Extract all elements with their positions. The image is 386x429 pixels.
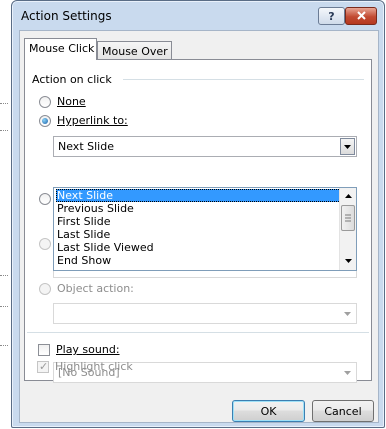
tab-panel: Action on click None Hyperlink to: Next … [24, 59, 372, 383]
background-dotted-guide [0, 306, 8, 307]
chevron-down-icon [344, 259, 352, 263]
close-button[interactable] [345, 7, 377, 25]
hyperlink-combobox-value: Next Slide [58, 140, 114, 153]
list-item[interactable]: First Slide [56, 215, 341, 228]
background-dotted-guide [0, 103, 8, 104]
background-dotted-guide [0, 345, 8, 346]
highlight-click-checkbox[interactable] [37, 360, 49, 373]
hyperlink-dropdown-button[interactable] [340, 138, 355, 155]
scroll-up-arrow[interactable] [343, 191, 353, 201]
radio-none-label[interactable]: None [57, 95, 86, 108]
play-sound-label[interactable]: Play sound: [56, 343, 120, 356]
tab-label: Mouse Click [29, 42, 95, 55]
action-settings-dialog: Action Settings ? Mouse Click Mouse Over… [11, 0, 385, 428]
tab-label: Mouse Over [102, 45, 168, 58]
grip-icon [345, 214, 351, 222]
group-label-action-on-click: Action on click [32, 73, 112, 86]
cancel-button-label: Cancel [324, 404, 362, 418]
group-divider [123, 79, 364, 80]
title-bar[interactable]: Action Settings ? [12, 1, 384, 31]
chevron-down-icon [344, 311, 351, 316]
object-action-combobox[interactable] [53, 303, 357, 324]
play-sound-checkbox[interactable] [38, 344, 50, 356]
chevron-up-icon [344, 194, 352, 198]
radio-run-macro[interactable] [39, 238, 51, 250]
cancel-button[interactable]: Cancel [312, 400, 374, 422]
list-item[interactable]: End Show [56, 254, 341, 267]
radio-object-action-label[interactable]: Object action: [57, 282, 134, 295]
background-dotted-guide [0, 130, 8, 131]
radio-run-program[interactable] [39, 193, 51, 205]
chevron-down-icon [344, 370, 351, 375]
radio-object-action[interactable] [39, 283, 51, 295]
close-icon [356, 10, 366, 23]
list-item[interactable]: Last Slide [56, 228, 341, 241]
radio-hyperlink-label[interactable]: Hyperlink to: [57, 114, 128, 127]
section-divider [27, 332, 369, 333]
tab-mouse-over[interactable]: Mouse Over [97, 41, 172, 61]
list-item[interactable]: Next Slide [56, 189, 341, 202]
ok-button-label: OK [260, 404, 277, 418]
list-scrollbar[interactable] [339, 188, 356, 270]
sound-dropdown-button[interactable] [340, 364, 355, 381]
list-item[interactable]: Last Slide Viewed [56, 241, 341, 254]
help-button[interactable]: ? [318, 7, 345, 25]
radio-hyperlink[interactable] [39, 115, 51, 127]
radio-hyperlink-text: Hyperlink to: [57, 114, 128, 127]
tab-mouse-click[interactable]: Mouse Click [24, 38, 97, 60]
help-icon: ? [328, 9, 335, 23]
highlight-click-label[interactable]: Highlight click [55, 360, 133, 373]
object-action-dropdown-button[interactable] [340, 305, 355, 322]
chevron-down-icon [344, 144, 351, 149]
dialog-title: Action Settings [21, 9, 112, 23]
list-item[interactable]: Previous Slide [56, 202, 341, 215]
scroll-down-arrow[interactable] [343, 256, 353, 266]
scroll-thumb[interactable] [341, 205, 355, 231]
radio-none[interactable] [39, 96, 51, 108]
background-dotted-guide [0, 275, 8, 276]
hyperlink-dropdown-list[interactable]: Next Slide Previous Slide First Slide La… [53, 187, 357, 271]
dialog-client-area: Mouse Click Mouse Over Action on click N… [19, 30, 379, 423]
ok-button[interactable]: OK [232, 400, 305, 422]
hyperlink-combobox[interactable]: Next Slide [53, 136, 357, 157]
